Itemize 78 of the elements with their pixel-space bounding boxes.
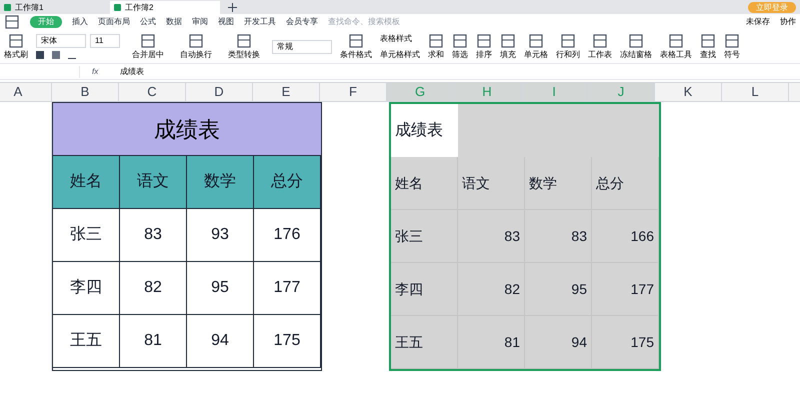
title-cell: 成绩表 <box>53 103 321 156</box>
column-header[interactable]: E <box>253 83 320 101</box>
column-header[interactable]: K <box>655 83 722 101</box>
table-cell: 94 <box>525 316 592 369</box>
header-cell: 姓名 <box>53 156 120 209</box>
table-cell: 177 <box>254 262 321 315</box>
menu-tab[interactable]: 页面布局 <box>98 16 130 28</box>
sheet-icon <box>114 4 121 11</box>
table-cell: 王五 <box>391 316 458 369</box>
style-button[interactable]: 表格样式 <box>380 32 420 44</box>
workbook-tab[interactable]: 工作簿2 <box>110 1 220 14</box>
table-cell: 81 <box>120 315 187 368</box>
ribbon-button[interactable]: 求和 <box>428 32 444 60</box>
table-cell: 王五 <box>53 315 120 368</box>
table-cell: 83 <box>120 209 187 262</box>
ribbon-button[interactable]: 排序 <box>476 32 492 60</box>
style-button[interactable]: 单元格样式 <box>380 48 420 60</box>
column-header[interactable]: C <box>119 83 186 101</box>
table-cell: 94 <box>187 315 254 368</box>
header-cell: 数学 <box>187 156 254 209</box>
ribbon-button[interactable]: 符号 <box>724 32 740 60</box>
table-cell: 81 <box>458 316 525 369</box>
sheet-icon <box>4 4 11 11</box>
table-cell: 93 <box>187 209 254 262</box>
format-painter-button[interactable]: 格式刷 <box>4 32 28 60</box>
table-cell: 82 <box>120 262 187 315</box>
table-cell: 175 <box>254 315 321 368</box>
menu-tab[interactable]: 视图 <box>218 16 234 28</box>
menu-tab[interactable]: 公式 <box>140 16 156 28</box>
add-tab-icon[interactable] <box>228 3 237 12</box>
table-cell: 语文 <box>458 157 525 210</box>
font-select[interactable]: 宋体 <box>36 34 86 48</box>
ribbon-button[interactable]: 类型转换 <box>224 32 264 60</box>
menu-tab[interactable]: 会员专享 <box>286 16 318 28</box>
menu-tab[interactable]: 审阅 <box>192 16 208 28</box>
table-cell: 成绩表 <box>391 104 458 157</box>
menu-tab[interactable]: 插入 <box>72 16 88 28</box>
ribbon-button[interactable]: 自动换行 <box>176 32 216 60</box>
table-cell: 张三 <box>53 209 120 262</box>
column-header[interactable]: L <box>722 83 789 101</box>
table-cell: 176 <box>254 209 321 262</box>
formula-field[interactable]: 成绩表 <box>120 66 144 78</box>
table-cell: 数学 <box>525 157 592 210</box>
ribbon-button[interactable]: 填充 <box>500 32 516 60</box>
table-cell: 姓名 <box>391 157 458 210</box>
table-cell: 95 <box>187 262 254 315</box>
ribbon-button[interactable]: 工作表 <box>588 32 612 60</box>
menu-tab[interactable]: 数据 <box>166 16 182 28</box>
header-cell: 总分 <box>254 156 321 209</box>
table-cell: 83 <box>525 210 592 263</box>
table-cell: 166 <box>592 210 659 263</box>
ribbon-button[interactable]: 冻结窗格 <box>620 32 652 60</box>
table-cell: 95 <box>525 263 592 316</box>
menu-tab[interactable]: 开发工具 <box>244 16 276 28</box>
number-format-select[interactable]: 常规 <box>272 40 332 54</box>
column-header[interactable]: D <box>186 83 253 101</box>
ribbon-button[interactable]: 筛选 <box>452 32 468 60</box>
ribbon-button[interactable]: 查找 <box>700 32 716 60</box>
ribbon-button[interactable]: 表格工具 <box>660 32 692 60</box>
ribbon-button[interactable]: 单元格 <box>524 32 548 60</box>
table-cell: 张三 <box>391 210 458 263</box>
fx-label: fx <box>92 66 100 78</box>
table-cell: 83 <box>458 210 525 263</box>
ribbon-button[interactable]: 合并居中 <box>128 32 168 60</box>
ribbon-button[interactable]: 条件格式 <box>340 32 372 60</box>
header-cell: 语文 <box>120 156 187 209</box>
table-cell: 李四 <box>391 263 458 316</box>
table-cell: 李四 <box>53 262 120 315</box>
toolbar-action[interactable]: 协作 <box>780 16 796 28</box>
table-cell: 总分 <box>592 157 659 210</box>
toolbar-action[interactable]: 未保存 <box>746 16 770 28</box>
size-select[interactable]: 11 <box>90 34 120 48</box>
table-cell: 177 <box>592 263 659 316</box>
column-header[interactable]: A <box>0 83 52 101</box>
table-cell: 175 <box>592 316 659 369</box>
ribbon-button[interactable]: 行和列 <box>556 32 580 60</box>
column-header[interactable]: B <box>52 83 119 101</box>
table-cell: 82 <box>458 263 525 316</box>
